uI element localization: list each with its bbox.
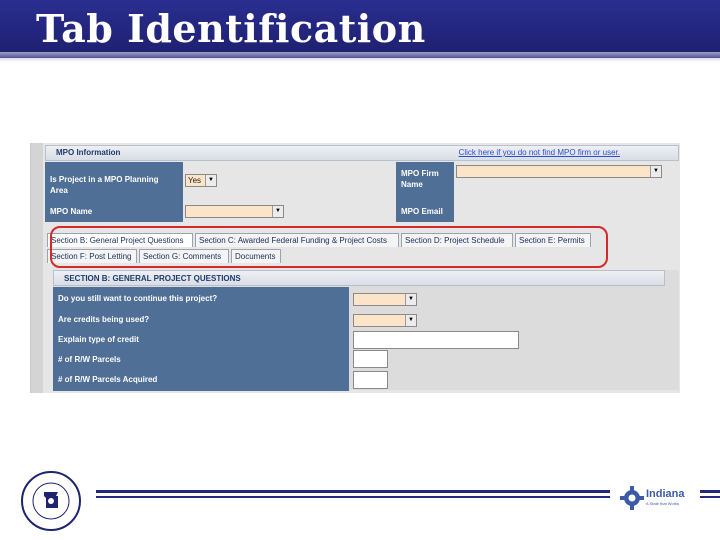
title-bar: Tab Identification <box>0 0 720 62</box>
chevron-down-icon: ▼ <box>405 294 416 305</box>
chevron-down-icon: ▼ <box>405 315 416 326</box>
mpo-firm-select[interactable]: ▼ <box>456 165 662 178</box>
chevron-down-icon: ▼ <box>650 166 661 177</box>
indot-seal-logo <box>21 471 81 531</box>
footer-rule <box>96 490 610 493</box>
credits-used-select[interactable]: ▼ <box>353 314 417 327</box>
section-b-header: SECTION B: GENERAL PROJECT QUESTIONS <box>53 270 665 286</box>
mpo-name-select[interactable]: ▼ <box>185 205 284 218</box>
rw-parcels-acquired-input[interactable] <box>353 371 388 389</box>
footer-rule <box>96 496 610 498</box>
app-screenshot: MPO Information Click here if you do not… <box>30 143 680 393</box>
logo-wordmark: Indiana <box>646 488 685 500</box>
planning-area-value: Yes <box>188 176 202 185</box>
footer-rule <box>700 490 720 493</box>
mpo-not-found-link[interactable]: Click here if you do not find MPO firm o… <box>459 148 620 157</box>
question-credits-label: Are credits being used? <box>58 315 150 324</box>
credit-type-input[interactable] <box>353 331 519 349</box>
form-area: MPO Information Click here if you do not… <box>43 143 680 393</box>
mpo-firm-name-label: MPO Firm Name <box>396 162 454 202</box>
mpo-name-label: MPO Name <box>45 202 183 222</box>
continue-project-select[interactable]: ▼ <box>353 293 417 306</box>
mpo-section-title: MPO Information <box>56 148 121 157</box>
slide-title: Tab Identification <box>36 6 426 51</box>
question-labels-column: Do you still want to continue this proje… <box>53 287 349 391</box>
footer-rule <box>700 496 720 498</box>
chevron-down-icon: ▼ <box>205 175 216 186</box>
indiana-state-logo: Indiana A State that Works <box>620 484 692 512</box>
mpo-email-label: MPO Email <box>396 202 454 222</box>
title-bar-fade <box>0 52 720 62</box>
section-b-title: SECTION B: GENERAL PROJECT QUESTIONS <box>64 274 241 283</box>
question-rw-acquired-label: # of R/W Parcels Acquired <box>58 375 158 384</box>
planning-area-label: Is Project in a MPO Planning Area <box>45 162 183 202</box>
planning-area-select[interactable]: Yes ▼ <box>185 174 217 187</box>
gear-icon <box>620 486 644 510</box>
chevron-down-icon: ▼ <box>272 206 283 217</box>
tab-highlight-outline <box>50 226 608 268</box>
question-credit-type-label: Explain type of credit <box>58 335 139 344</box>
mpo-section-header: MPO Information Click here if you do not… <box>45 145 679 161</box>
logo-tagline: A State that Works <box>646 501 680 506</box>
rw-parcels-input[interactable] <box>353 350 388 368</box>
question-continue-label: Do you still want to continue this proje… <box>58 294 218 303</box>
question-rw-parcels-label: # of R/W Parcels <box>58 355 121 364</box>
